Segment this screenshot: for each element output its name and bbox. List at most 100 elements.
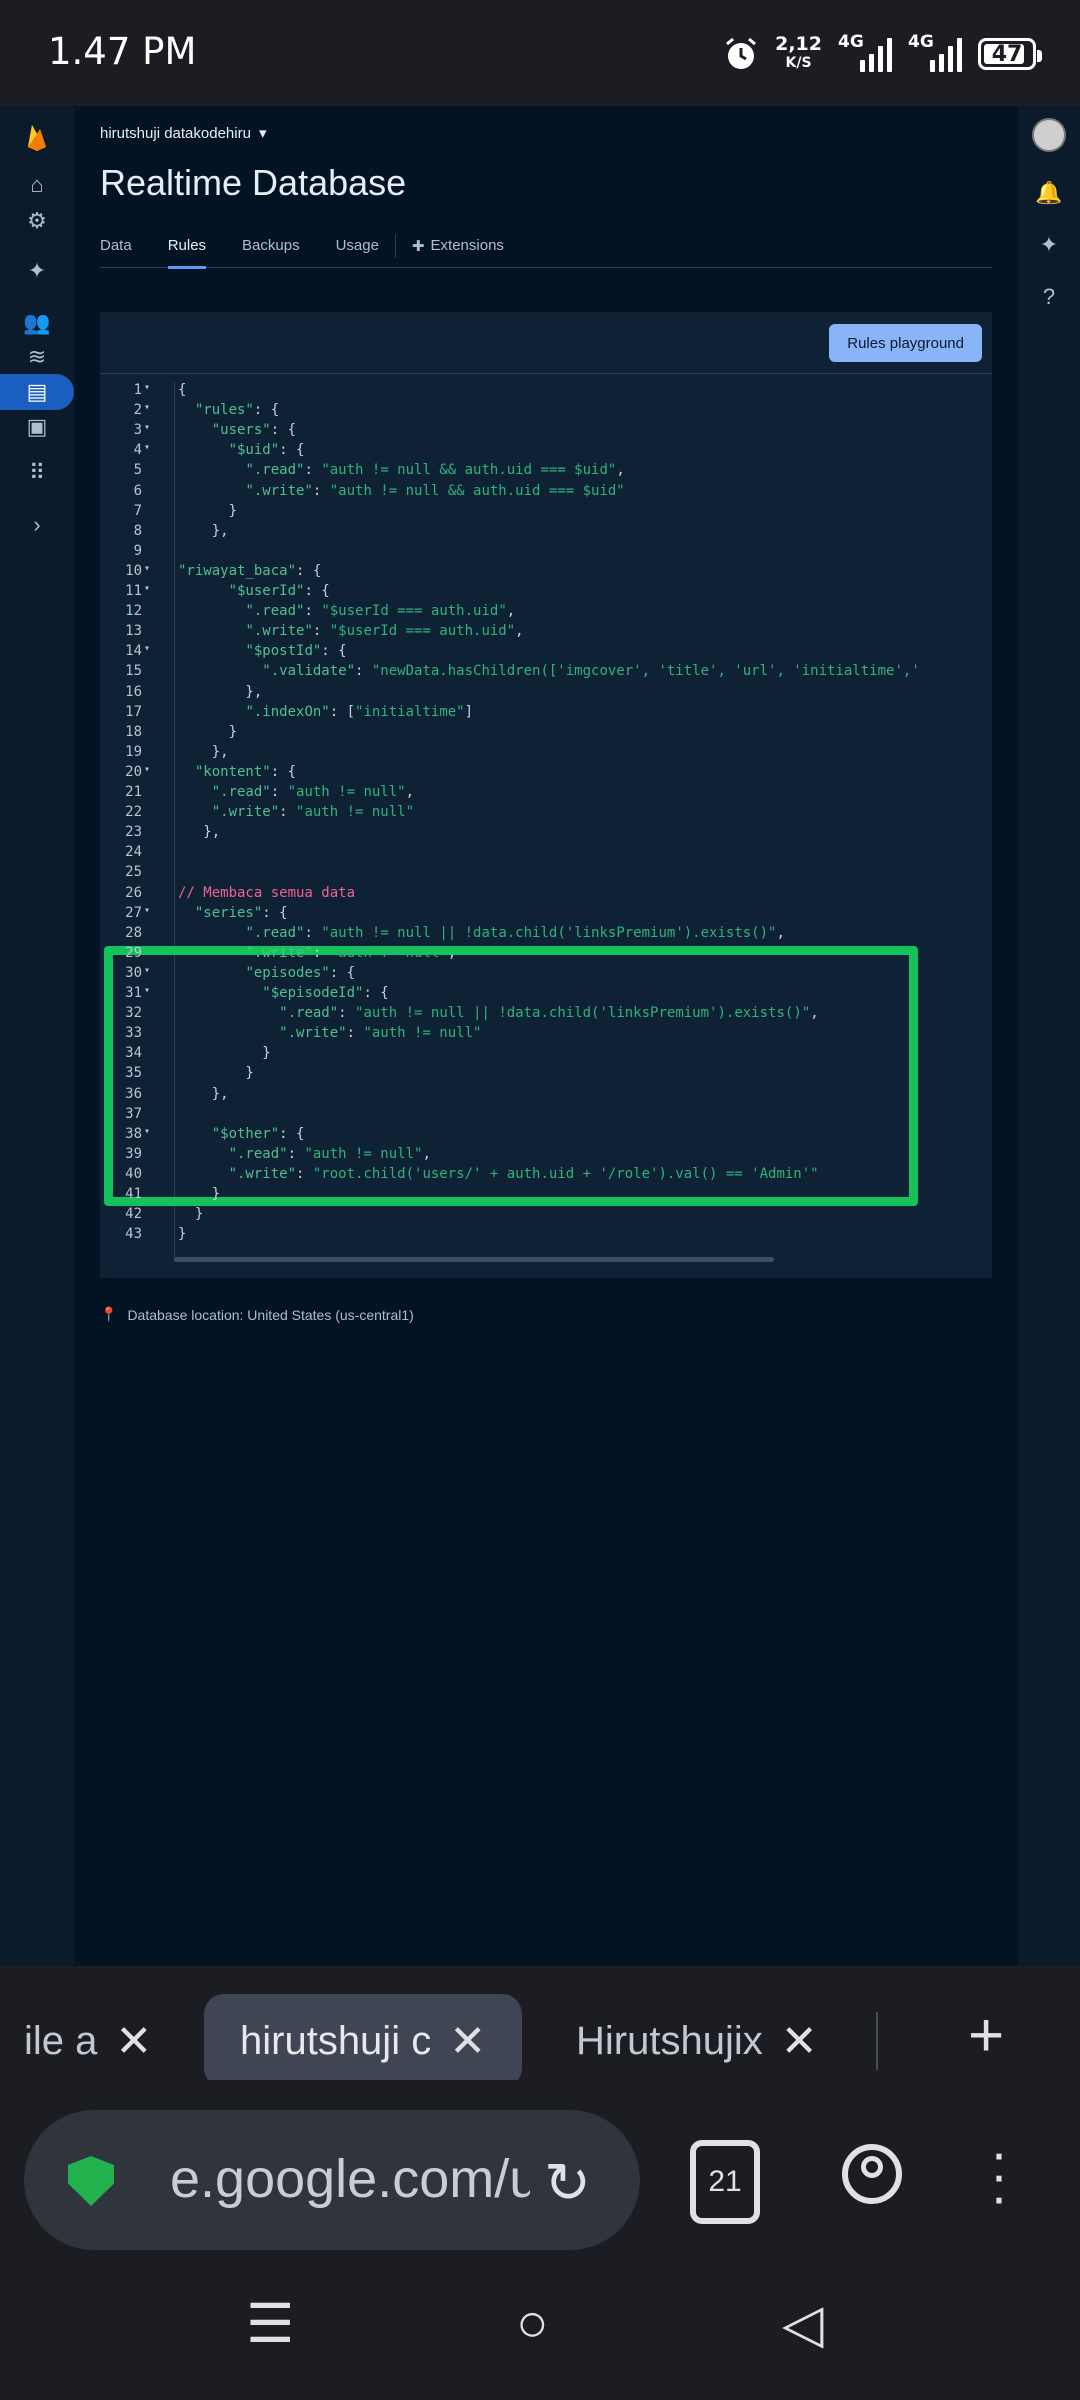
code-line[interactable]: ".indexOn": ["initialtime"]: [178, 704, 473, 724]
gemini-sparkle-icon-right[interactable]: ✦: [1032, 228, 1066, 262]
code-line[interactable]: },: [178, 684, 262, 704]
reload-icon[interactable]: ↻: [544, 2150, 591, 2216]
close-icon[interactable]: ✕: [449, 2016, 486, 2067]
hosting-icon[interactable]: ≋: [20, 340, 54, 374]
code-line[interactable]: },: [178, 744, 229, 764]
code-line[interactable]: ".write": "auth != null",: [178, 945, 456, 965]
home-circle-icon[interactable]: ○: [516, 2292, 549, 2354]
code-line[interactable]: "$episodeId": {: [178, 985, 388, 1005]
code-line[interactable]: ".write": "auth != null": [178, 804, 414, 824]
code-line[interactable]: }: [178, 503, 237, 523]
code-line[interactable]: }: [178, 1226, 186, 1246]
fold-chevron-icon: ▾: [144, 583, 151, 594]
code-line[interactable]: "$postId": {: [178, 643, 346, 663]
gemini-sparkle-icon[interactable]: ✦: [20, 254, 54, 288]
extension-icon: ✚: [411, 237, 425, 255]
tab-extensions[interactable]: ✚ Extensions: [412, 224, 504, 268]
chevron-right-icon[interactable]: ›: [20, 508, 54, 542]
gear-icon[interactable]: ⚙: [20, 204, 54, 238]
close-icon[interactable]: ✕: [115, 2016, 152, 2067]
tab-usage[interactable]: Usage: [336, 224, 379, 268]
shield-icon[interactable]: [68, 2156, 114, 2206]
alarm-icon: [726, 37, 757, 69]
line-number: 17: [125, 703, 142, 720]
new-tab-icon[interactable]: +: [968, 2000, 1004, 2071]
bell-icon[interactable]: 🔔: [1032, 176, 1066, 210]
code-line[interactable]: ".read": "auth != null",: [178, 1146, 431, 1166]
back-icon[interactable]: ◁: [782, 2292, 824, 2355]
browser-tab[interactable]: Hirutshujix ✕: [576, 1994, 818, 2088]
line-number: 36: [125, 1085, 142, 1102]
line-number: 10 ▾: [125, 562, 151, 579]
line-number: 2 ▾: [133, 402, 151, 419]
line-number: 42: [125, 1206, 142, 1223]
firebase-logo-icon[interactable]: [20, 120, 54, 154]
code-line[interactable]: "users": {: [178, 422, 296, 442]
fold-chevron-icon: ▾: [144, 442, 151, 454]
code-line[interactable]: "$other": {: [178, 1126, 305, 1146]
code-line[interactable]: "$userId": {: [178, 583, 330, 603]
code-line[interactable]: ".write": "auth != null && auth.uid === …: [178, 483, 624, 503]
address-bar[interactable]: e.google.com/u ↻: [24, 2110, 640, 2250]
code-line[interactable]: },: [178, 824, 220, 844]
code-line[interactable]: }: [178, 1065, 253, 1085]
tab-data[interactable]: Data: [100, 224, 132, 268]
avatar[interactable]: [1032, 118, 1066, 152]
code-area[interactable]: 1 ▾ {2 ▾ "rules": {3 ▾ "users": {4 ▾ "$uid": …: [100, 382, 992, 1262]
line-number: 9: [133, 542, 142, 559]
code-line[interactable]: ".read": "$userId === auth.uid",: [178, 603, 515, 623]
line-number: 18: [125, 723, 142, 740]
code-line[interactable]: ".read": "auth != null || !data.child('l…: [178, 1005, 818, 1025]
code-line[interactable]: // Membaca semua data: [178, 885, 355, 905]
code-line[interactable]: ".write": "$userId === auth.uid",: [178, 623, 523, 643]
tab-switcher-button[interactable]: 21: [690, 2140, 760, 2224]
fold-chevron-icon: ▾: [144, 382, 151, 393]
more-menu-icon[interactable]: · · ·: [990, 2126, 1008, 2224]
rules-editor[interactable]: Rules playground 1 ▾ {2 ▾ "rules": {3 ▾ "use…: [100, 312, 992, 1278]
code-line[interactable]: },: [178, 1086, 229, 1106]
code-line[interactable]: ".validate": "newData.hasChildren(['imgc…: [178, 663, 919, 683]
net-speed: 2,12 K/S: [775, 33, 822, 72]
browser-tab[interactable]: ile a ✕: [24, 1994, 152, 2088]
code-line[interactable]: "riwayat_baca": {: [178, 563, 321, 583]
close-icon[interactable]: ✕: [781, 2016, 818, 2067]
tab-rules[interactable]: Rules: [167, 224, 207, 269]
code-line[interactable]: "episodes": {: [178, 965, 355, 985]
database-location: 📍 Database location: United States (us-c…: [100, 1306, 414, 1323]
help-icon[interactable]: ?: [1032, 280, 1066, 314]
code-line[interactable]: }: [178, 1186, 220, 1206]
horizontal-scrollbar[interactable]: [174, 1257, 774, 1262]
tab-bar: Data Rules Backups Usage ✚ Extensions: [100, 224, 992, 269]
editor-toolbar: Rules playground: [100, 312, 992, 374]
fold-chevron-icon: ▾: [144, 422, 151, 434]
code-line[interactable]: },: [178, 523, 229, 543]
recents-icon[interactable]: ☰: [246, 2292, 294, 2355]
code-line[interactable]: }: [178, 724, 237, 744]
apps-grid-icon[interactable]: ⠿: [20, 456, 54, 490]
users-icon[interactable]: 👥: [20, 306, 54, 340]
code-line[interactable]: "$uid": {: [178, 442, 305, 462]
account-icon[interactable]: [842, 2144, 902, 2204]
status-bar: 1.47 PM 2,12 K/S 4G 4G 47: [0, 0, 1080, 106]
code-line[interactable]: "rules": {: [178, 402, 279, 422]
code-line[interactable]: {: [178, 382, 186, 402]
code-line[interactable]: }: [178, 1045, 270, 1065]
url-text[interactable]: e.google.com/u: [170, 2148, 530, 2210]
project-selector[interactable]: hirutshuji datakodehiru ▾: [100, 124, 266, 143]
line-number: 33: [125, 1025, 142, 1042]
code-line[interactable]: ".read": "auth != null || !data.child('l…: [178, 925, 784, 945]
rules-playground-button[interactable]: Rules playground: [829, 324, 982, 362]
code-line[interactable]: "series": {: [178, 905, 288, 925]
tab-backups[interactable]: Backups: [242, 224, 300, 268]
browser-tab-active[interactable]: hirutshuji c ✕: [204, 1994, 523, 2088]
storage-icon[interactable]: ▣: [20, 410, 54, 444]
code-line[interactable]: ".read": "auth != null && auth.uid === $…: [178, 462, 624, 482]
home-icon[interactable]: ⌂: [20, 168, 54, 202]
code-line[interactable]: }: [178, 1206, 203, 1226]
code-line[interactable]: ".write": "root.child('users/' + auth.ui…: [178, 1166, 819, 1186]
code-line[interactable]: ".read": "auth != null",: [178, 784, 414, 804]
browser-toolbar: e.google.com/u ↻ 21 · · ·: [0, 2080, 1080, 2250]
database-icon[interactable]: ▤: [20, 375, 54, 409]
code-line[interactable]: "kontent": {: [178, 764, 296, 784]
code-line[interactable]: ".write": "auth != null": [178, 1025, 481, 1045]
